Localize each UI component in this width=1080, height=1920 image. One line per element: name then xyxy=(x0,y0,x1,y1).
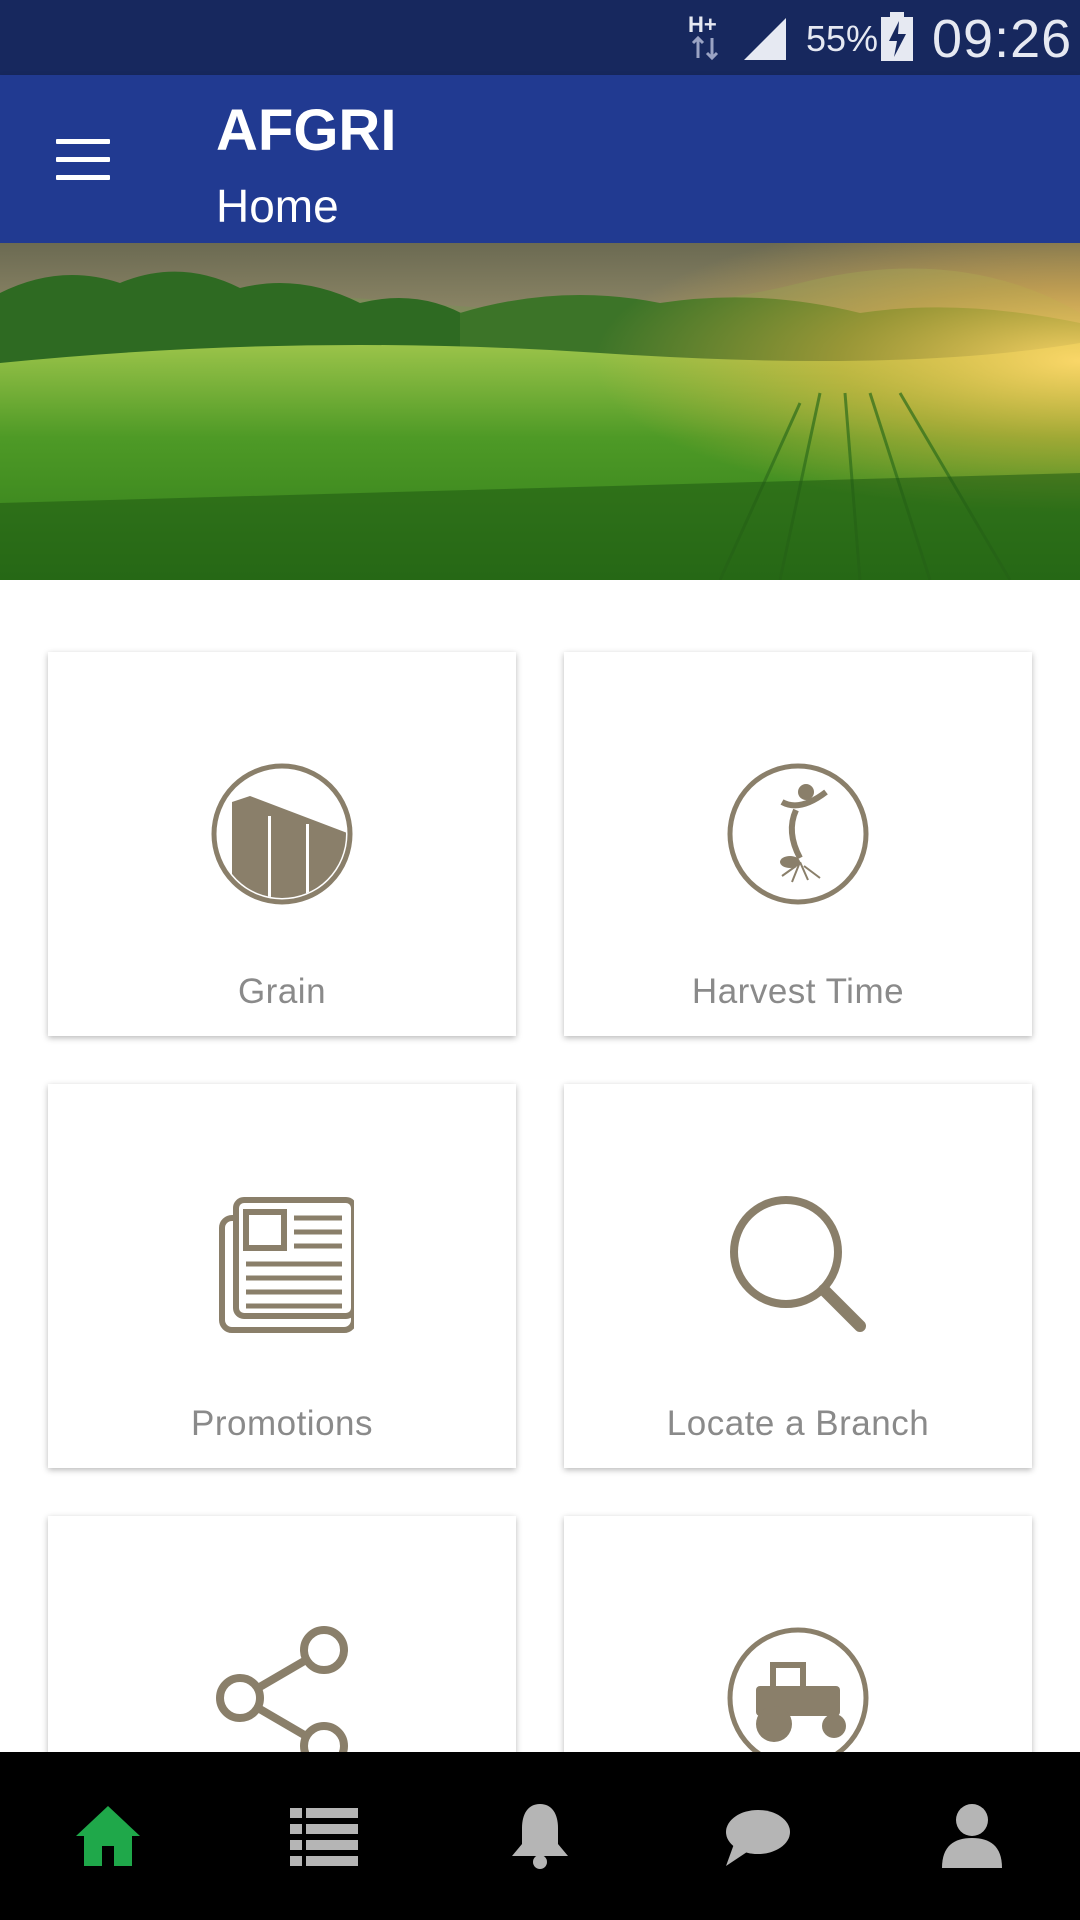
tile-harvest-time[interactable]: Harvest Time xyxy=(564,652,1032,1036)
hamburger-menu-icon[interactable] xyxy=(48,125,118,195)
grain-silo-icon xyxy=(211,763,353,905)
page-title: Home xyxy=(216,180,339,232)
bottom-navigation xyxy=(0,1752,1080,1920)
nav-list[interactable] xyxy=(216,1752,432,1920)
nav-notifications[interactable] xyxy=(432,1752,648,1920)
tile-promotions[interactable]: Promotions xyxy=(48,1084,516,1468)
tile-share[interactable] xyxy=(48,1516,516,1752)
battery-percent: 55% xyxy=(806,18,879,59)
app-bar: AFGRI Home xyxy=(0,75,1080,243)
nav-profile[interactable] xyxy=(864,1752,1080,1920)
newspaper-icon xyxy=(219,1197,354,1333)
battery-charging-icon xyxy=(881,12,913,61)
search-icon xyxy=(730,1196,866,1332)
signal-icon xyxy=(744,18,786,60)
home-icon xyxy=(76,1806,140,1866)
tile-locate-branch[interactable]: Locate a Branch xyxy=(564,1084,1032,1468)
tile-label: Harvest Time xyxy=(691,972,905,1011)
nav-home[interactable] xyxy=(0,1752,216,1920)
nav-messages[interactable] xyxy=(648,1752,864,1920)
tile-label: Locate a Branch xyxy=(666,1404,930,1443)
user-icon xyxy=(942,1804,1002,1868)
chat-icon xyxy=(726,1810,790,1866)
tile-tractor[interactable] xyxy=(564,1516,1032,1752)
tile-label: Promotions xyxy=(190,1404,374,1443)
share-icon xyxy=(216,1626,348,1752)
svg-text:H+: H+ xyxy=(688,12,717,37)
clock: 09:26 xyxy=(932,9,1073,69)
list-icon xyxy=(290,1808,358,1866)
status-bar: H+ 55% 09:26 xyxy=(0,0,1080,75)
tile-grid: Grain Harvest Time Promotions Locate a B… xyxy=(0,580,1080,1752)
farm-field-banner xyxy=(0,243,1080,580)
bell-icon xyxy=(512,1804,568,1869)
tile-label: Grain xyxy=(237,972,327,1011)
tractor-icon xyxy=(727,1627,869,1752)
app-title: AFGRI xyxy=(216,98,397,163)
tile-grain[interactable]: Grain xyxy=(48,652,516,1036)
sprout-figure-icon xyxy=(727,763,869,905)
network-type-icon: H+ xyxy=(688,12,719,61)
